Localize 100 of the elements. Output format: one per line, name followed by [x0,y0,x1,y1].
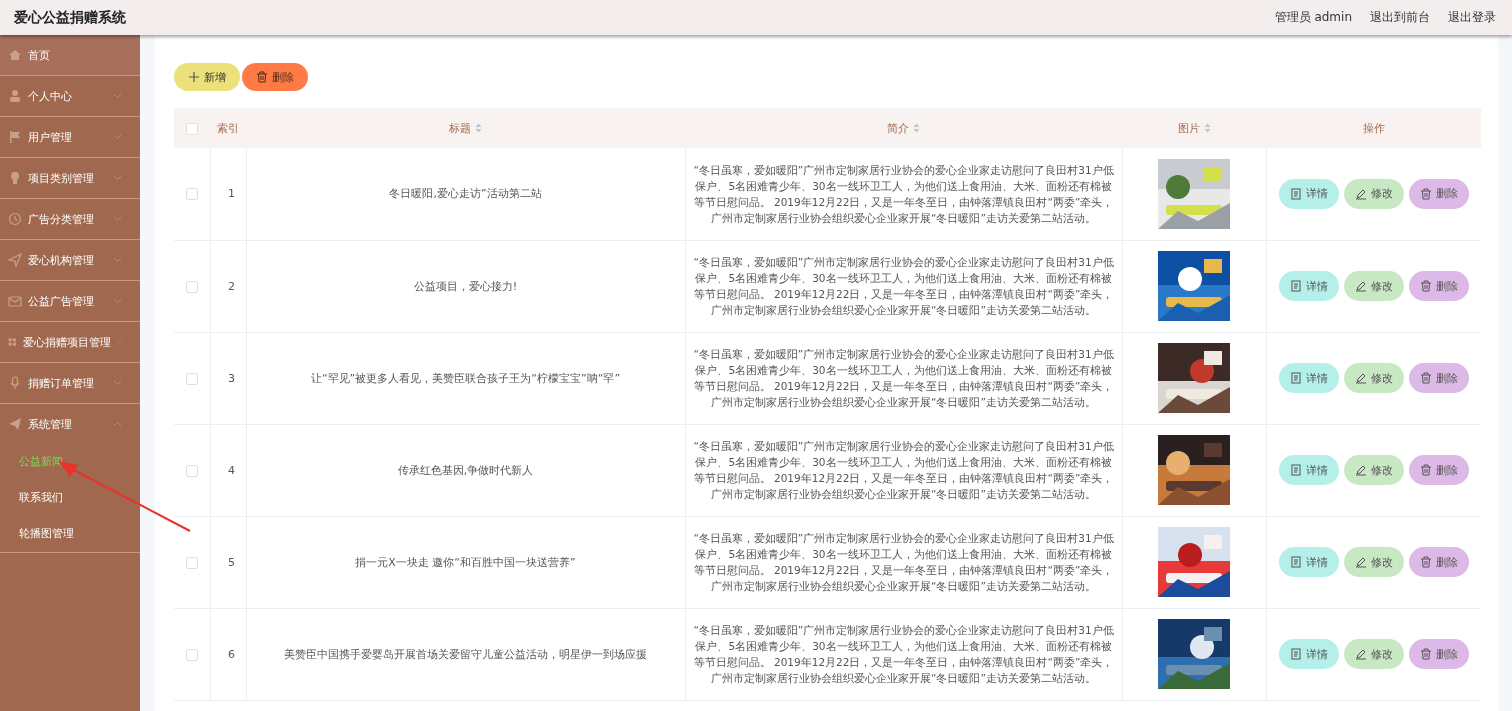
pencil-icon [1354,372,1367,384]
submenu-item[interactable]: 轮播图管理 [0,516,80,552]
table-cell: 冬日暖阳,爱心走访”活动第二站 [389,187,542,201]
flag-icon [8,130,22,144]
trash-icon [1419,372,1432,384]
sidebar-item[interactable]: 项目类别管理 [0,158,140,198]
document-icon [1289,556,1302,568]
sidebar-item[interactable]: 系统管理 [0,404,140,444]
trash-icon [1419,187,1432,200]
table-cell: 让“罕见”被更多人看见，美赞臣联合孩子王为“柠檬宝宝”呐“罕” [310,371,621,385]
checkbox[interactable] [185,556,198,569]
header-link[interactable]: 退出登录 [1448,9,1496,26]
delete-button[interactable]: 删除 [1408,547,1469,577]
delete-button[interactable]: 删除 [1408,639,1469,669]
envelope-icon [8,294,22,308]
chevron-down-icon [113,216,122,222]
paper-plane-icon [8,417,22,431]
sidebar-item[interactable]: 广告分类管理 [0,199,140,239]
delete-button[interactable]: 删除 [242,63,308,91]
pencil-icon [1354,556,1367,568]
table-cell: 公益项目，爱心接力! [413,279,518,293]
checkbox[interactable] [185,280,198,293]
detail-button[interactable]: 详情 [1278,363,1339,393]
table-cell: 5 [228,555,235,569]
delete-button[interactable]: 删除 [1408,455,1469,485]
sidebar-item[interactable]: 捐赠订单管理 [0,363,140,403]
delete-button[interactable]: 删除 [1408,178,1469,209]
plus-icon [188,71,200,83]
grid-icon [8,335,17,349]
submenu-item[interactable]: 联系我们 [0,480,69,516]
column-header[interactable]: 图片 [1177,120,1200,136]
table-cell: 传承红色基因,争做时代新人 [397,463,534,477]
document-icon [1289,464,1302,476]
pencil-icon [1354,464,1367,476]
checkbox[interactable] [186,122,198,135]
table-cell: 1 [228,187,235,201]
table-cell: 美赞臣中国携手爱婴岛开展首场关爱留守儿童公益活动，明星伊一到场应援 [284,647,647,661]
lightbulb-icon [8,171,22,185]
pencil-icon [1354,187,1367,200]
chevron-down-icon [113,175,122,181]
table-cell-text: “冬日虽寒，爱如暖阳”广州市定制家居行业协会的爱心企业家走访慰问了良田村31户低保户、5名困难青少年、30名一线环卫工人，为他们送上食用油、大米、面粉还有棉被等节日慰问品。 2019年12月22日，又是一年冬至日，由钟落潭镇良田村“两委”牵头，广州市定制家居行业协会组织爱心企业家开展“冬日暖阳”走访关爱第二站活动。 [692,255,1115,318]
sidebar-item[interactable]: 首页 [0,35,140,75]
checkbox[interactable] [185,188,198,201]
table-cell-text: “冬日虽寒，爱如暖阳”广州市定制家居行业协会的爱心企业家走访慰问了良田村31户低保户、5名困难青少年、30名一线环卫工人，为他们送上食用油、大米、面粉还有棉被等节日慰问品。 2019年12月22日，又是一年冬至日，由钟落潭镇良田村“两委”牵头，广州市定制家居行业协会组织爱心企业家开展“冬日暖阳”走访关爱第二站活动。 [692,439,1115,502]
table-cell-text: “冬日虽寒，爱如暖阳”广州市定制家居行业协会的爱心企业家走访慰问了良田村31户低保户、5名困难青少年、30名一线环卫工人，为他们送上食用油、大米、面粉还有棉被等节日慰问品。 2019年12月22日，又是一年冬至日，由钟落潭镇良田村“两委”牵头，广州市定制家居行业协会组织爱心企业家开展“冬日暖阳”走访关爱第二站活动。 [692,347,1115,410]
send-icon [8,253,22,267]
column-header: 操作 [1362,120,1385,136]
chevron-down-icon [113,380,122,386]
document-icon [1289,372,1302,384]
edit-button[interactable]: 修改 [1343,547,1404,577]
person-icon [8,89,22,103]
edit-button[interactable]: 修改 [1343,271,1404,301]
edit-button[interactable]: 修改 [1343,178,1404,209]
edit-button[interactable]: 修改 [1343,639,1404,669]
edit-button[interactable]: 修改 [1343,363,1404,393]
app-title: 爱心公益捐赠系统 [14,8,126,27]
document-icon [1289,648,1302,660]
delete-button[interactable]: 删除 [1408,363,1469,393]
table-cell: 捐一元X一块走 邀你“和百胜中国一块送营养” [355,555,576,569]
sidebar-item[interactable]: 个人中心 [0,76,140,116]
table-cell: 6 [228,647,235,661]
checkbox[interactable] [185,464,198,477]
pencil-icon [1354,280,1367,292]
header-link[interactable]: 管理员 admin [1274,9,1352,26]
detail-button[interactable]: 详情 [1278,455,1339,485]
sidebar-item[interactable]: 爱心捐赠项目管理 [0,322,140,362]
microphone-icon [8,376,22,390]
chevron-down-icon [113,93,122,99]
checkbox[interactable] [185,372,198,385]
trash-icon [1419,464,1432,476]
table-cell-text: “冬日虽寒，爱如暖阳”广州市定制家居行业协会的爱心企业家走访慰问了良田村31户低保户、5名困难青少年、30名一线环卫工人，为他们送上食用油、大米、面粉还有棉被等节日慰问品。 2019年12月22日，又是一年冬至日，由钟落潭镇良田村“两委”牵头，广州市定制家居行业协会组织爱心企业家开展“冬日暖阳”走访关爱第二站活动。 [692,162,1115,226]
sidebar-item[interactable]: 用户管理 [0,117,140,157]
detail-button[interactable]: 详情 [1278,178,1339,209]
sidebar-item[interactable]: 爱心机构管理 [0,240,140,280]
edit-button[interactable]: 修改 [1343,455,1404,485]
trash-icon [256,71,268,83]
clock-icon [8,212,22,226]
column-header[interactable]: 简介 [887,120,909,136]
trash-icon [1419,648,1432,660]
header-link[interactable]: 退出到前台 [1370,9,1430,26]
table-cell: 4 [228,463,235,477]
detail-button[interactable]: 详情 [1278,271,1339,301]
document-icon [1289,280,1302,292]
chevron-down-icon [113,134,122,140]
table-cell-text: “冬日虽寒，爱如暖阳”广州市定制家居行业协会的爱心企业家走访慰问了良田村31户低保户、5名困难青少年、30名一线环卫工人，为他们送上食用油、大米、面粉还有棉被等节日慰问品。 2019年12月22日，又是一年冬至日，由钟落潭镇良田村“两委”牵头，广州市定制家居行业协会组织爱心企业家开展“冬日暖阳”走访关爱第二站活动。 [692,623,1115,686]
table-cell: 2 [228,279,235,293]
detail-button[interactable]: 详情 [1278,639,1339,669]
detail-button[interactable]: 详情 [1278,547,1339,577]
chevron-down-icon [113,298,122,304]
column-header[interactable]: 标题 [449,120,471,136]
sidebar-item[interactable]: 公益广告管理 [0,281,140,321]
add-button[interactable]: 新增 [174,63,240,91]
chevron-up-icon [113,421,122,427]
table-cell: 3 [228,371,235,385]
table-cell-text: “冬日虽寒，爱如暖阳”广州市定制家居行业协会的爱心企业家走访慰问了良田村31户低保户、5名困难青少年、30名一线环卫工人，为他们送上食用油、大米、面粉还有棉被等节日慰问品。 2019年12月22日，又是一年冬至日，由钟落潭镇良田村“两委”牵头，广州市定制家居行业协会组织爱心企业家开展“冬日暖阳”走访关爱第二站活动。 [692,531,1115,594]
trash-icon [1419,556,1432,568]
trash-icon [1419,280,1432,292]
delete-button[interactable]: 删除 [1408,271,1469,301]
pencil-icon [1354,648,1367,660]
checkbox[interactable] [185,648,198,661]
